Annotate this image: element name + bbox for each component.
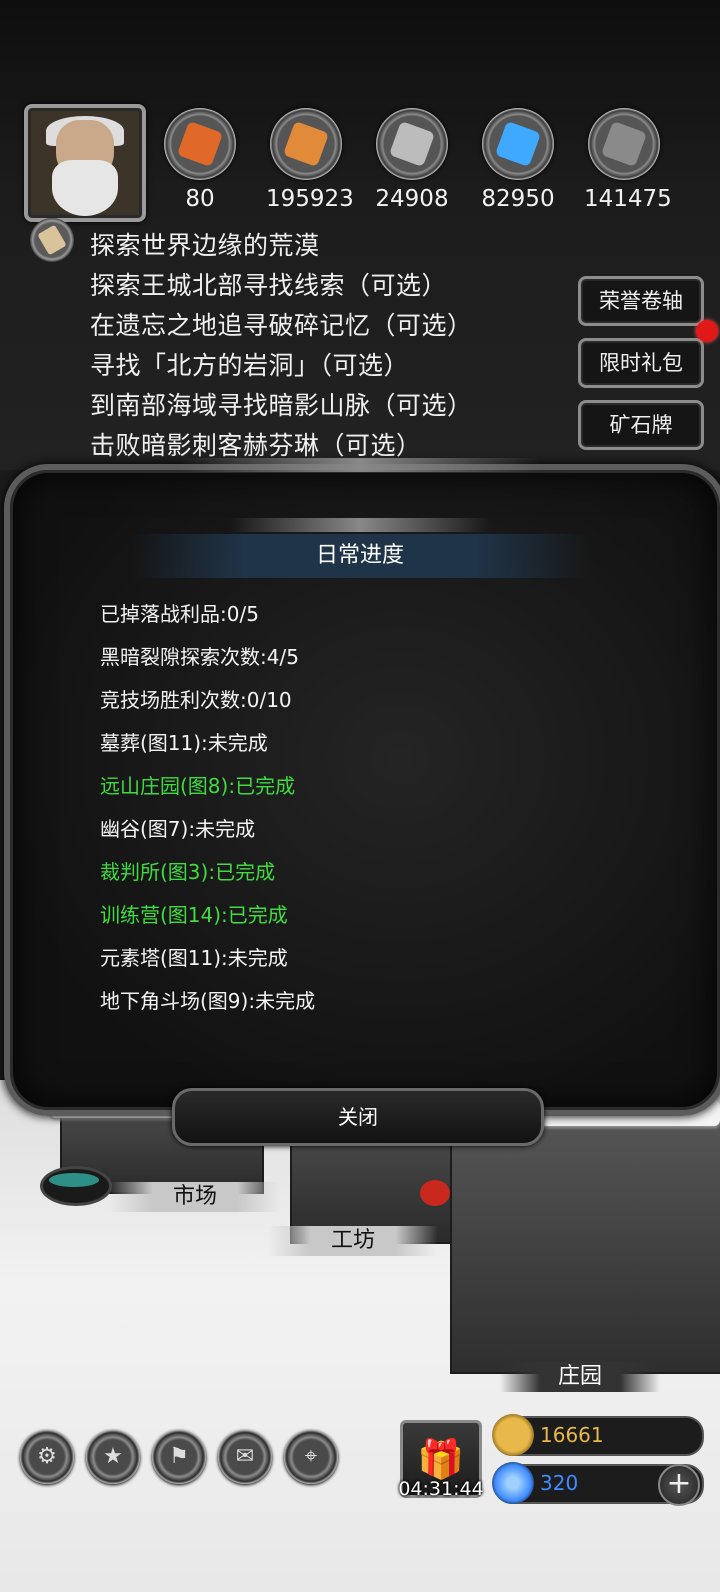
- quest-item[interactable]: 寻找「北方的岩洞」（可选）: [90, 346, 409, 382]
- add-gems-button[interactable]: +: [658, 1464, 700, 1506]
- resource-value: 141475: [584, 186, 672, 212]
- quest-item[interactable]: 在遗忘之地追寻破碎记忆（可选）: [90, 306, 473, 342]
- progress-item: 已掉落战利品:0/5: [100, 602, 259, 626]
- star-icon[interactable]: ★: [86, 1430, 140, 1484]
- iron-icon: [376, 108, 448, 180]
- gem-amount: 320: [540, 1471, 579, 1495]
- manor-building: [450, 1120, 720, 1374]
- resource-stone[interactable]: 141475: [584, 108, 672, 218]
- map-icon[interactable]: ⌖: [284, 1430, 338, 1484]
- gold-coin-icon: [492, 1414, 534, 1456]
- resource-wood[interactable]: 195923: [266, 108, 354, 218]
- progress-item: 黑暗裂隙探索次数:4/5: [100, 645, 299, 669]
- location-market[interactable]: 市场: [110, 1182, 280, 1212]
- honor-scroll-button[interactable]: 荣誉卷轴: [578, 276, 704, 326]
- resource-value: 195923: [266, 186, 354, 212]
- panel-title: 日常进度: [130, 534, 590, 578]
- progress-item: 墓葬(图11):未完成: [100, 731, 268, 755]
- lantern: [420, 1180, 450, 1206]
- panel-ornament: [180, 458, 540, 472]
- resource-iron[interactable]: 24908: [372, 108, 452, 218]
- wood-icon: [270, 108, 342, 180]
- gem-currency[interactable]: 320 +: [492, 1462, 704, 1506]
- notification-dot: [696, 320, 718, 342]
- settings-icon[interactable]: ⚙: [20, 1430, 74, 1484]
- quest-scroll-icon[interactable]: [30, 218, 74, 262]
- progress-item: 元素塔(图11):未完成: [100, 946, 288, 970]
- progress-item: 训练营(图14):已完成: [100, 903, 288, 927]
- quest-item[interactable]: 击败暗影刺客赫芬琳（可选）: [90, 426, 422, 462]
- location-workshop[interactable]: 工坊: [268, 1226, 438, 1256]
- resource-value: 24908: [375, 186, 449, 212]
- quest-item[interactable]: 到南部海域寻找暗影山脉（可选）: [90, 386, 473, 422]
- cauldron: [40, 1166, 112, 1206]
- gem-icon: [492, 1462, 534, 1504]
- limited-gift-button[interactable]: 限时礼包: [578, 338, 704, 388]
- quest-item[interactable]: 探索世界边缘的荒漠: [90, 226, 320, 262]
- close-button[interactable]: 关闭: [172, 1088, 544, 1146]
- player-avatar[interactable]: [24, 104, 146, 222]
- resource-crystal[interactable]: 82950: [478, 108, 558, 218]
- ore-tag-button[interactable]: 矿石牌: [578, 400, 704, 450]
- town-background: [0, 1080, 720, 1592]
- progress-item: 幽谷(图7):未完成: [100, 817, 256, 841]
- location-manor[interactable]: 庄园: [500, 1362, 660, 1392]
- progress-item: 竞技场胜利次数:0/10: [100, 688, 292, 712]
- resource-meat[interactable]: 80: [160, 108, 240, 218]
- gift-timer: 04:31:44: [398, 1478, 484, 1500]
- quest-item[interactable]: 探索王城北部寻找线索（可选）: [90, 266, 447, 302]
- gold-amount: 16661: [540, 1423, 604, 1447]
- progress-item: 远山庄园(图8):已完成: [100, 774, 296, 798]
- progress-item: 裁判所(图3):已完成: [100, 860, 276, 884]
- resource-value: 80: [185, 186, 215, 212]
- guild-icon[interactable]: ⚑: [152, 1430, 206, 1484]
- progress-item: 地下角斗场(图9):未完成: [100, 989, 316, 1013]
- mail-icon[interactable]: ✉: [218, 1430, 272, 1484]
- resource-value: 82950: [481, 186, 555, 212]
- stone-icon: [588, 108, 660, 180]
- crystal-icon: [482, 108, 554, 180]
- gold-currency[interactable]: 16661: [492, 1414, 704, 1456]
- title-ornament: [230, 518, 490, 532]
- meat-icon: [164, 108, 236, 180]
